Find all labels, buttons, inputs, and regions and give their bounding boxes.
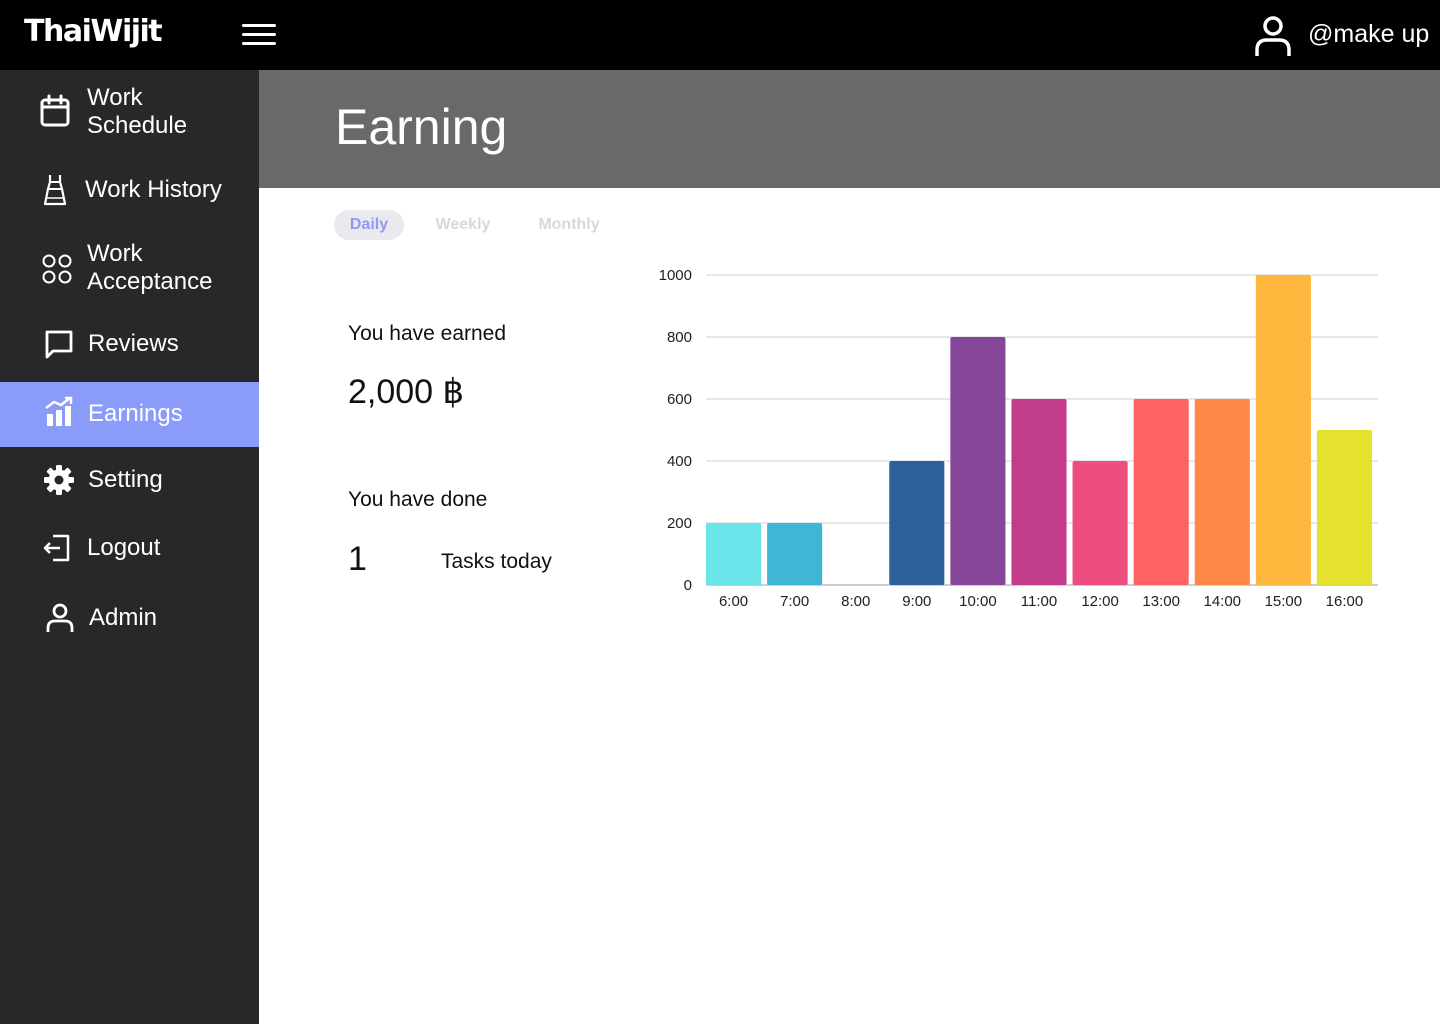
user-icon bbox=[43, 601, 77, 635]
x-tick-label: 8:00 bbox=[841, 593, 870, 610]
x-tick-label: 15:00 bbox=[1265, 593, 1303, 610]
sidebar-item-reviews[interactable]: Reviews bbox=[0, 318, 259, 370]
x-tick-label: 12:00 bbox=[1081, 593, 1119, 610]
x-tick-label: 10:00 bbox=[959, 593, 997, 610]
sidebar-item-label: Admin bbox=[89, 604, 158, 631]
chart-bar-7-00[interactable] bbox=[767, 523, 823, 585]
chat-bubble-icon bbox=[42, 327, 76, 361]
tab-weekly[interactable]: Weekly bbox=[420, 210, 506, 240]
sidebar-item-earnings[interactable]: Earnings bbox=[0, 382, 259, 447]
chart-bar-12-00[interactable] bbox=[1072, 461, 1128, 585]
user-profile-icon[interactable] bbox=[1252, 14, 1294, 58]
tab-daily[interactable]: Daily bbox=[334, 210, 404, 240]
x-tick-label: 16:00 bbox=[1326, 593, 1364, 610]
username-label[interactable]: @make up bbox=[1308, 20, 1429, 49]
sidebar-item-label: Setting bbox=[88, 466, 163, 493]
sidebar: Work Schedule Work History Work Acceptan… bbox=[0, 70, 259, 1024]
dress-icon bbox=[38, 173, 72, 207]
earned-label: You have earned bbox=[348, 322, 507, 345]
page-title: Earning bbox=[335, 99, 508, 155]
sidebar-item-label: Logout bbox=[87, 534, 161, 561]
page-header: Earning bbox=[259, 70, 1440, 188]
hamburger-menu-icon[interactable] bbox=[242, 24, 276, 48]
done-label: You have done bbox=[348, 488, 488, 511]
earnings-bar-chart: 0 200 400 600 800 1000 6:00 7:00 8:00 9:00 10:00 11… bbox=[659, 267, 1378, 610]
bar-chart-icon bbox=[42, 395, 76, 429]
chart-bar-13-00[interactable] bbox=[1133, 399, 1189, 585]
sidebar-item-work-acceptance[interactable]: Work Acceptance bbox=[0, 236, 259, 298]
done-value: 1 bbox=[348, 540, 367, 578]
x-tick-label: 9:00 bbox=[902, 593, 931, 610]
sidebar-item-label: Work History bbox=[85, 176, 222, 203]
y-tick-label: 200 bbox=[667, 515, 692, 532]
chart-bar-11-00[interactable] bbox=[1011, 399, 1067, 585]
sidebar-item-work-history[interactable]: Work History bbox=[0, 164, 259, 216]
x-tick-label: 14:00 bbox=[1203, 593, 1241, 610]
x-tick-label: 7:00 bbox=[780, 593, 809, 610]
sidebar-item-label: Earnings bbox=[88, 400, 183, 427]
x-tick-label: 11:00 bbox=[1021, 593, 1057, 610]
x-tick-label: 13:00 bbox=[1142, 593, 1180, 610]
sidebar-item-label: Work Acceptance bbox=[87, 240, 213, 295]
calendar-icon bbox=[38, 94, 72, 128]
y-tick-label: 1000 bbox=[659, 267, 692, 284]
sidebar-item-label: Work Schedule bbox=[87, 84, 188, 139]
chart-bar-14-00[interactable] bbox=[1194, 399, 1250, 585]
four-circles-icon bbox=[40, 252, 74, 286]
earned-value: 2,000 ฿ bbox=[348, 373, 465, 411]
gear-icon bbox=[42, 463, 76, 497]
chart-bar-15-00[interactable] bbox=[1255, 275, 1311, 585]
y-tick-label: 400 bbox=[667, 453, 692, 470]
y-tick-label: 800 bbox=[667, 329, 692, 346]
chart-bar-9-00[interactable] bbox=[889, 461, 945, 585]
chart-bar-6-00[interactable] bbox=[706, 523, 762, 585]
app-logo[interactable]: ThaiWijit bbox=[24, 14, 163, 49]
tab-monthly[interactable]: Monthly bbox=[522, 210, 616, 240]
logout-icon bbox=[40, 531, 74, 565]
chart-bar-10-00[interactable] bbox=[950, 337, 1006, 585]
sidebar-item-label: Reviews bbox=[88, 330, 179, 357]
sidebar-item-setting[interactable]: Setting bbox=[0, 454, 259, 506]
chart-bar-16-00[interactable] bbox=[1316, 430, 1372, 585]
x-tick-label: 6:00 bbox=[719, 593, 748, 610]
y-tick-label: 0 bbox=[684, 577, 692, 594]
top-bar: ThaiWijit @make up bbox=[0, 0, 1440, 70]
tasks-today-label: Tasks today bbox=[441, 550, 552, 573]
y-tick-label: 600 bbox=[667, 391, 692, 408]
sidebar-item-logout[interactable]: Logout bbox=[0, 522, 259, 574]
sidebar-item-work-schedule[interactable]: Work Schedule bbox=[0, 80, 259, 142]
sidebar-item-admin[interactable]: Admin bbox=[0, 592, 259, 644]
